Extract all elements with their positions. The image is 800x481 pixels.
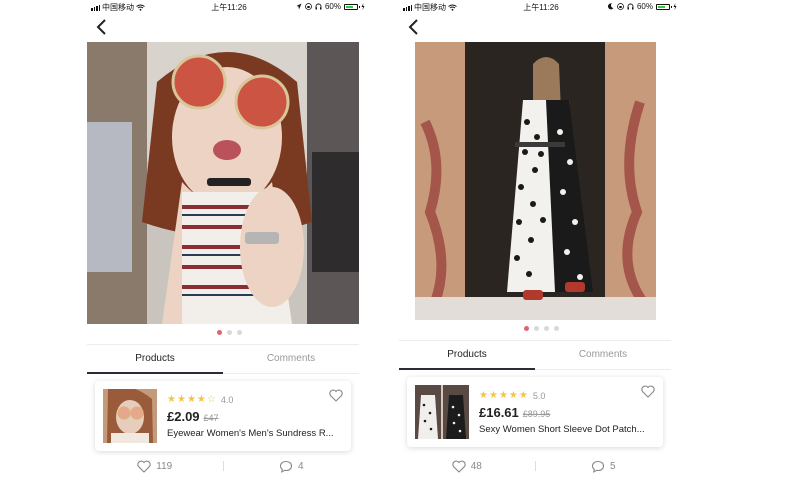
- price: £2.09 £47: [167, 409, 219, 424]
- rating-value: 4.0: [220, 394, 234, 405]
- charging-icon: [361, 3, 365, 10]
- carousel-dot[interactable]: [226, 330, 232, 335]
- status-bar: 中国移动 上午11:26 60%: [399, 0, 683, 14]
- headphones-icon: [315, 3, 322, 10]
- comment-icon: [279, 460, 293, 473]
- battery-icon: [656, 3, 672, 10]
- charging-icon: [673, 3, 677, 10]
- star-icon: ★: [176, 394, 186, 405]
- star-icon: ★: [479, 390, 488, 401]
- battery-icon: [344, 3, 360, 10]
- star-icon: ★: [196, 394, 206, 405]
- lock-rotation-icon: [305, 3, 312, 10]
- tab-bar: Products Comments: [399, 340, 671, 370]
- star-icon: ★: [167, 394, 176, 405]
- back-chevron-icon[interactable]: [405, 16, 423, 38]
- tab-comments[interactable]: Comments: [535, 341, 671, 369]
- product-thumbnail[interactable]: [103, 389, 157, 443]
- carousel-dot[interactable]: [533, 326, 539, 331]
- like-count: 48: [470, 460, 482, 472]
- action-footer: 48 5: [399, 453, 671, 479]
- status-right: 60%: [296, 2, 365, 11]
- thumbnail-image: [415, 385, 469, 439]
- comment-button[interactable]: 5: [536, 460, 672, 473]
- product-title[interactable]: Sexy Women Short Sleeve Dot Patch...: [479, 424, 657, 435]
- battery-percent: 60%: [636, 2, 653, 11]
- headphones-icon: [627, 3, 634, 10]
- phone-screen-left: 中国移动 上午11:26 60% Products Comments ★ ★ ★…: [87, 0, 371, 481]
- carousel-dot[interactable]: [543, 326, 549, 331]
- tab-bar: Products Comments: [87, 344, 359, 374]
- rating-value: 5.0: [532, 390, 546, 401]
- tab-products[interactable]: Products: [399, 341, 535, 370]
- star-icon: ★: [498, 390, 508, 401]
- product-card[interactable]: ★ ★ ★ ★ ★ 5.0 £16.61 £89.95 Sexy Women Sh…: [407, 377, 663, 447]
- product-card[interactable]: ★ ★ ★ ★ ☆ 4.0 £2.09 £47 Eyewear Women's M…: [95, 381, 351, 451]
- current-price: £16.61: [479, 405, 519, 420]
- comment-count: 5: [609, 460, 616, 472]
- lock-rotation-icon: [617, 3, 624, 10]
- star-empty-icon: ☆: [206, 394, 216, 405]
- status-bar: 中国移动 上午11:26 60%: [87, 0, 371, 14]
- moon-icon: [607, 3, 614, 10]
- carousel-dot[interactable]: [553, 326, 559, 331]
- star-icon: ★: [186, 394, 196, 405]
- comment-button[interactable]: 4: [224, 460, 360, 473]
- carousel-dot[interactable]: [236, 330, 242, 335]
- product-title[interactable]: Eyewear Women's Men's Sundress R...: [167, 428, 345, 439]
- comment-count: 4: [297, 460, 304, 472]
- star-rating: ★ ★ ★ ★ ★ 5.0: [479, 390, 545, 401]
- star-icon: ★: [518, 390, 528, 401]
- product-photo[interactable]: [87, 42, 359, 324]
- location-icon: [296, 3, 302, 10]
- heart-icon[interactable]: [641, 385, 655, 398]
- comment-icon: [591, 460, 605, 473]
- carousel-indicator: [87, 330, 371, 335]
- heart-icon[interactable]: [329, 389, 343, 402]
- like-count: 119: [156, 460, 173, 472]
- carousel-dot[interactable]: [523, 326, 529, 331]
- price: £16.61 £89.95: [479, 405, 550, 420]
- carousel-indicator: [399, 326, 683, 331]
- status-right: 60%: [607, 2, 677, 11]
- current-price: £2.09: [167, 409, 200, 424]
- heart-icon: [137, 460, 151, 473]
- product-photo[interactable]: [415, 42, 656, 320]
- original-price: £47: [203, 413, 219, 423]
- star-icon: ★: [508, 390, 518, 401]
- star-icon: ★: [488, 390, 498, 401]
- battery-percent: 60%: [324, 2, 341, 11]
- action-footer: 119 4: [87, 453, 359, 479]
- thumbnail-image: [103, 389, 157, 443]
- like-button[interactable]: 48: [399, 460, 535, 473]
- tab-comments[interactable]: Comments: [223, 345, 359, 373]
- product-thumbnail[interactable]: [415, 385, 469, 439]
- photo-woman-polka-dress: [415, 42, 656, 320]
- phone-screen-right: 中国移动 上午11:26 60% Products Comments ★ ★ ★…: [399, 0, 683, 481]
- back-chevron-icon[interactable]: [93, 16, 111, 38]
- original-price: £89.95: [522, 409, 551, 419]
- carousel-dot[interactable]: [216, 330, 222, 335]
- like-button[interactable]: 119: [87, 460, 223, 473]
- photo-woman-sunglasses: [87, 42, 359, 324]
- heart-icon: [452, 460, 466, 473]
- star-rating: ★ ★ ★ ★ ☆ 4.0: [167, 394, 233, 405]
- tab-products[interactable]: Products: [87, 345, 223, 374]
